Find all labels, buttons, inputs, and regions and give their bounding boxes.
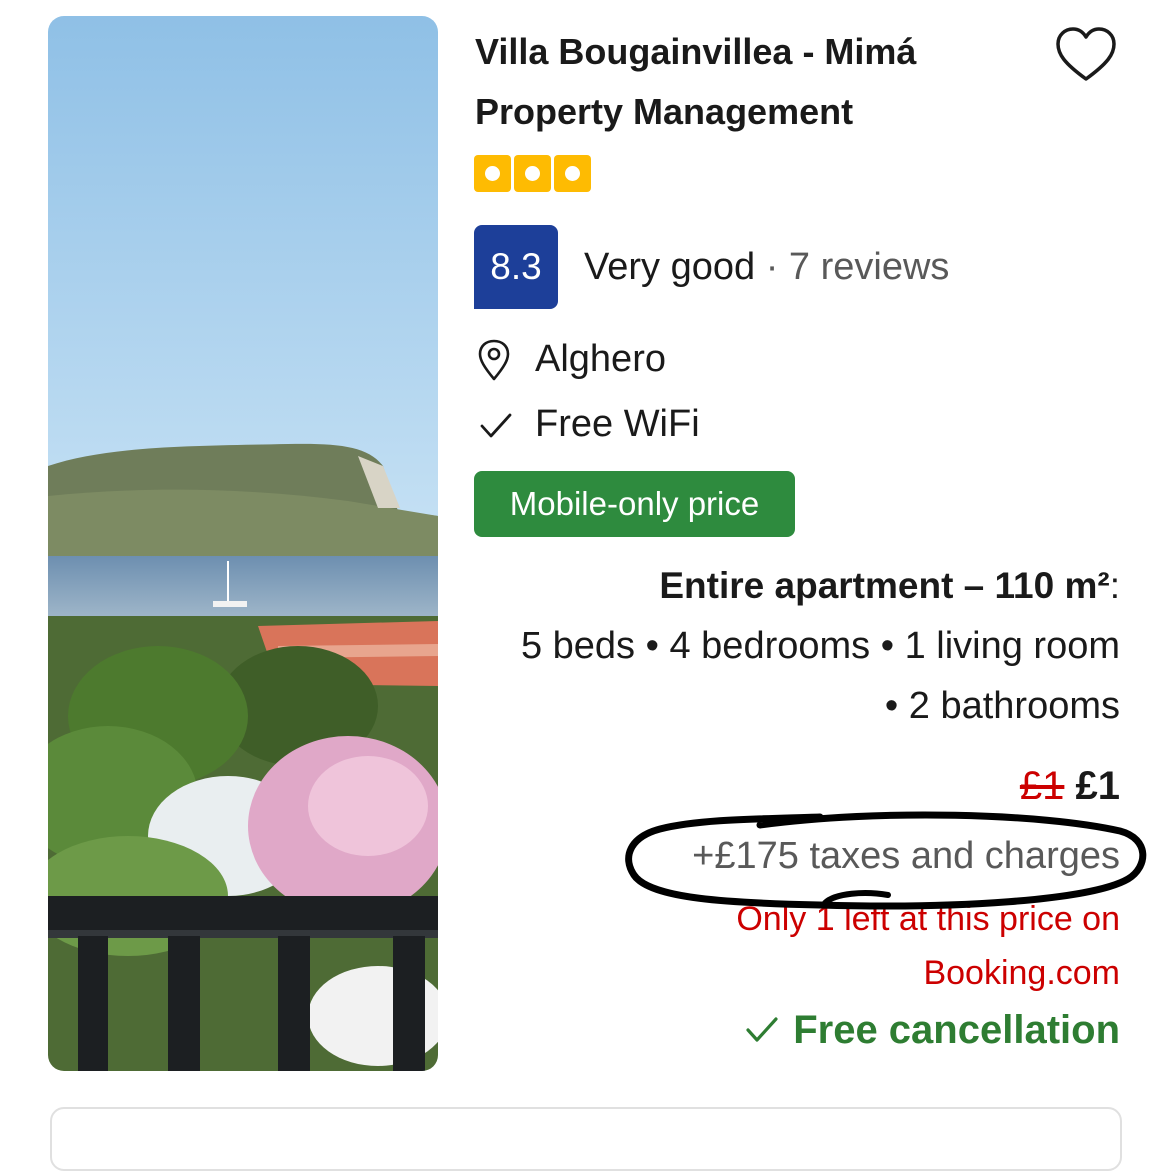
current-price: £1 [1075, 764, 1121, 808]
property-photo[interactable] [48, 16, 438, 1071]
availability-warning: Only 1 left at this price on [736, 900, 1120, 938]
room-type-suffix: : [1109, 565, 1120, 606]
checkmark-icon [746, 1017, 778, 1042]
price: £1 £1 [1020, 758, 1120, 814]
star-icon [514, 155, 551, 192]
star-icon [474, 155, 511, 192]
room-type-label: Entire apartment – 110 m² [659, 565, 1110, 606]
heart-icon[interactable] [1054, 26, 1118, 84]
property-card[interactable]: Villa Bougainvillea - Mimá Property Mana… [0, 0, 1170, 1171]
location-link[interactable]: Alghero [535, 332, 666, 386]
original-price: £1 [1019, 764, 1065, 808]
checkmark-icon [480, 413, 512, 438]
availability-warning-site: Booking.com [923, 954, 1120, 992]
amenity-wifi: Free WiFi [535, 403, 700, 445]
room-details: 5 beds • 4 bedrooms • 1 living room • 2 … [520, 625, 1120, 727]
rating-word: Very good [584, 246, 756, 288]
free-cancellation: Free cancellation [745, 1002, 1120, 1058]
property-title[interactable]: Villa Bougainvillea - Mimá Property Mana… [475, 22, 1035, 142]
rating-summary[interactable]: Very good · 7 reviews [584, 240, 949, 294]
star-icon [554, 155, 591, 192]
review-score-badge: 8.3 [474, 225, 558, 309]
review-count: · 7 reviews [755, 246, 950, 288]
mobile-price-badge: Mobile-only price [474, 471, 795, 537]
taxes-and-charges: +£175 taxes and charges [692, 835, 1120, 877]
map-pin-icon [478, 339, 510, 381]
star-rating [474, 155, 591, 192]
next-property-card[interactable] [50, 1107, 1122, 1171]
free-cancellation-label: Free cancellation [793, 1008, 1120, 1052]
room-type: Entire apartment – 110 m²: [659, 560, 1120, 612]
